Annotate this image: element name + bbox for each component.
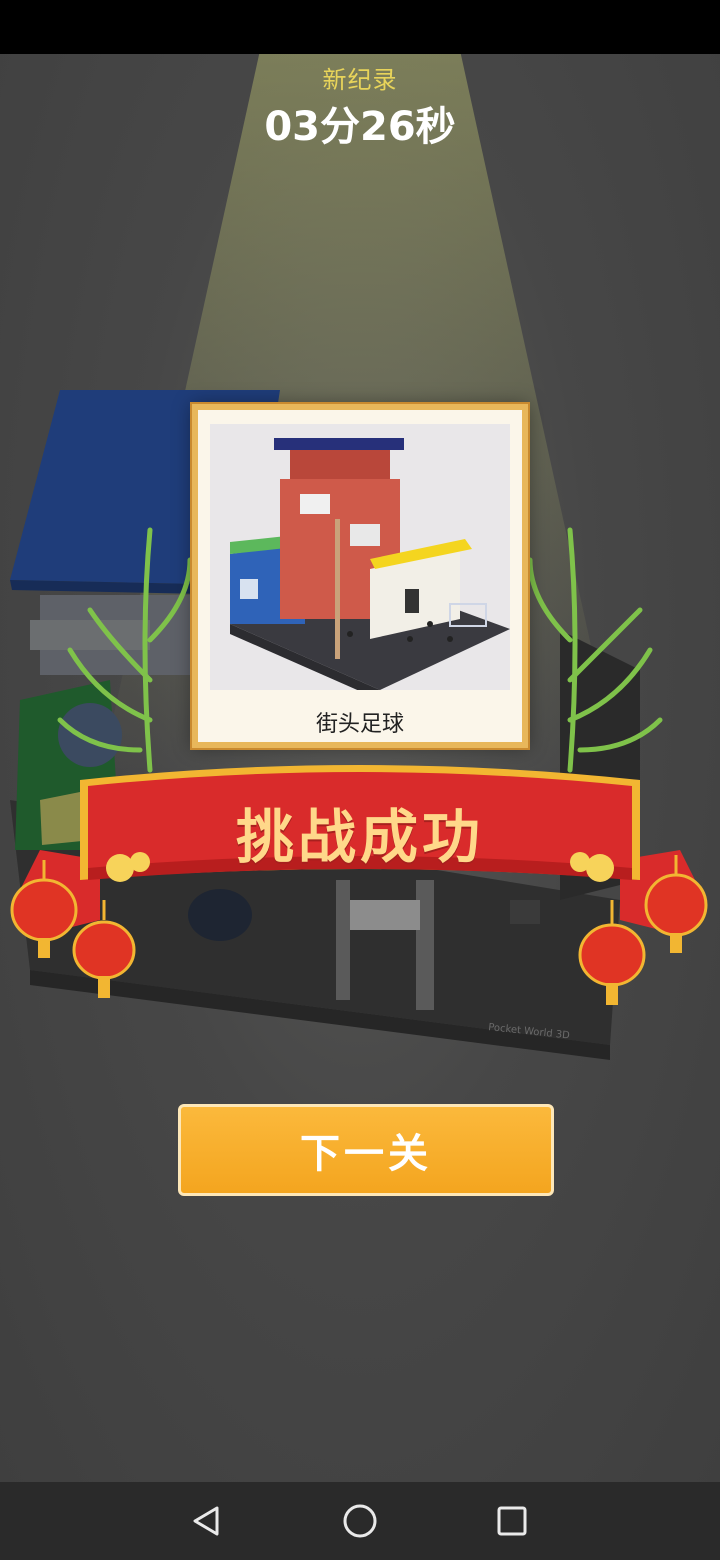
recents-button[interactable] <box>452 1482 572 1560</box>
recents-icon <box>497 1506 527 1536</box>
home-icon <box>343 1504 377 1538</box>
status-bar <box>0 0 720 54</box>
system-navigation-bar <box>0 1482 720 1560</box>
level-name: 街头足球 <box>315 712 404 737</box>
level-card: 街头足球 <box>192 404 528 748</box>
challenge-success-title: 挑战成功 <box>235 803 484 871</box>
record-time: 03分26秒 <box>264 104 456 150</box>
back-button[interactable] <box>146 1482 266 1560</box>
next-level-button[interactable]: 下一关 <box>178 1104 554 1196</box>
success-banner <box>10 765 708 1005</box>
home-button[interactable] <box>300 1482 420 1560</box>
level-thumbnail <box>210 424 510 690</box>
new-record-label: 新纪录 <box>322 66 398 94</box>
back-icon <box>193 1506 219 1536</box>
